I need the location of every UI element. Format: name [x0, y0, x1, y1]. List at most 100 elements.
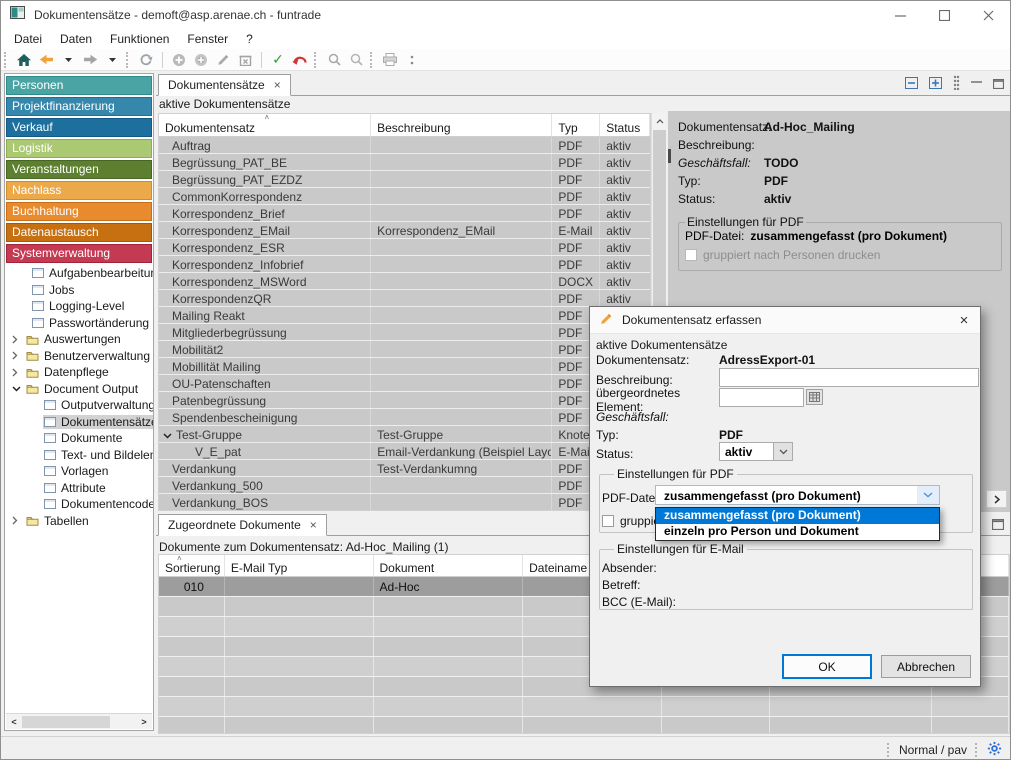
table-row[interactable]: PatenbegrüssungPDF [159, 392, 650, 409]
tree-item-dokumentens-tze[interactable]: Dokumentensätze [5, 414, 153, 431]
edit-icon[interactable] [212, 50, 234, 70]
table-row[interactable]: OU-PatenschaftenPDF [159, 375, 650, 392]
table-row-empty[interactable] [159, 697, 1009, 717]
sidebar-category-systemverwaltung[interactable]: Systemverwaltung [6, 244, 152, 263]
scroll-up-icon[interactable] [652, 113, 667, 129]
back-icon[interactable] [35, 50, 57, 70]
forward-icon[interactable] [79, 50, 101, 70]
back-menu-icon[interactable] [57, 50, 79, 70]
tree-item-dokumente[interactable]: Dokumente [5, 430, 153, 447]
column-header-e-mail-typ[interactable]: E-Mail Typ [225, 555, 374, 576]
tree-item-attribute[interactable]: Attribute [5, 480, 153, 497]
tab-close-icon[interactable]: × [274, 78, 281, 92]
table-row[interactable]: Korrespondenz_BriefPDFaktiv [159, 205, 650, 222]
panel-maximize-icon[interactable] [993, 76, 1004, 94]
overflow-icon[interactable] [401, 50, 423, 70]
table-row[interactable]: Begrüssung_PAT_EZDZPDFaktiv [159, 171, 650, 188]
chevron-right-icon[interactable] [12, 368, 25, 377]
refresh-icon[interactable] [135, 50, 157, 70]
tree-item-vorlagen[interactable]: Vorlagen [5, 463, 153, 480]
beschreibung-input[interactable] [719, 368, 979, 387]
tree-item-outputverwaltung[interactable]: Outputverwaltung [5, 397, 153, 414]
menu-item-funktionen[interactable]: Funktionen [101, 30, 178, 48]
table-row[interactable]: Begrüssung_PAT_BEPDFaktiv [159, 154, 650, 171]
minimize-button[interactable] [878, 1, 922, 29]
table-row[interactable]: Mobillität MailingPDF [159, 358, 650, 375]
table-row[interactable]: Korrespondenz_ESRPDFaktiv [159, 239, 650, 256]
menu-item-fenster[interactable]: Fenster [178, 30, 237, 48]
table-row[interactable]: MitgliederbegrüssungPDF [159, 324, 650, 341]
pdf-file-combobox[interactable]: zusammengefasst (pro Dokument) [655, 485, 940, 505]
tree-item-benutzerverwaltung[interactable]: Benutzerverwaltung [5, 348, 153, 365]
chevron-right-icon[interactable] [12, 351, 25, 360]
table-row[interactable]: Verdankung_BOSPDF [159, 494, 650, 511]
search-small-icon[interactable] [323, 50, 345, 70]
tree-item-jobs[interactable]: Jobs [5, 282, 153, 299]
dropdown-option-einzeln-pro-person-und-dokument[interactable]: einzeln pro Person und Dokument [656, 524, 939, 540]
ok-button[interactable]: OK [782, 654, 872, 679]
column-header-dokumentensatz[interactable]: ˄Dokumentensatz [159, 114, 371, 136]
sidebar-category-veranstaltungen[interactable]: Veranstaltungen [6, 160, 152, 179]
menu-item-[interactable]: ? [237, 30, 262, 48]
close-button[interactable] [966, 1, 1010, 29]
scroll-left-icon[interactable]: < [6, 714, 22, 729]
sidebar-category-projektfinanzierung[interactable]: Projektfinanzierung [6, 97, 152, 116]
chevron-right-icon[interactable] [12, 335, 25, 344]
table-row[interactable]: Mailing ReaktPDF [159, 307, 650, 324]
tree-item-document-output[interactable]: Document Output [5, 381, 153, 398]
uebergeordnetes-element-input[interactable] [719, 388, 804, 407]
table-row[interactable]: KorrespondenzQRPDFaktiv [159, 290, 650, 307]
group-print-checkbox[interactable] [685, 249, 697, 261]
tab-dokumentensaetze[interactable]: Dokumentensätze × [158, 74, 291, 96]
home-icon[interactable] [13, 50, 35, 70]
table-row[interactable]: SpendenbescheinigungPDF [159, 409, 650, 426]
table-row[interactable]: V_E_patEmail-Verdankung (Beispiel Layou.… [159, 443, 650, 460]
chevron-down-icon[interactable] [774, 442, 793, 461]
tree-item-tabellen[interactable]: Tabellen [5, 513, 153, 530]
tree-item-auswertungen[interactable]: Auswertungen [5, 331, 153, 348]
dialog-close-icon[interactable]: × [948, 312, 980, 329]
splitter-grip[interactable] [668, 149, 671, 163]
menu-item-daten[interactable]: Daten [51, 30, 101, 48]
chevron-right-icon[interactable] [12, 516, 25, 525]
tree-item-aufgabenbearbeitung[interactable]: Aufgabenbearbeitung [5, 265, 153, 282]
sidebar-category-personen[interactable]: Personen [6, 76, 152, 95]
delete-icon[interactable] [234, 50, 256, 70]
column-header-beschreibung[interactable]: Beschreibung [371, 114, 552, 136]
column-header-sortierung[interactable]: ˄Sortierung [159, 555, 225, 576]
chevron-down-icon[interactable] [917, 486, 939, 504]
table-row[interactable]: CommonKorrespondenzPDFaktiv [159, 188, 650, 205]
maximize-button[interactable] [922, 1, 966, 29]
table-row[interactable]: Mobilität2PDF [159, 341, 650, 358]
lookup-grid-icon[interactable] [806, 389, 823, 405]
panel-maximize-icon[interactable] [992, 517, 1004, 535]
scrollbar-thumb[interactable] [22, 716, 110, 728]
table-row[interactable]: Verdankung_500PDF [159, 477, 650, 494]
tree-item-passwort-nderung[interactable]: Passwortänderung [5, 315, 153, 332]
table-row[interactable]: Korrespondenz_EMailKorrespondenz_EMailE-… [159, 222, 650, 239]
table-row[interactable]: Korrespondenz_MSWordDOCXaktiv [159, 273, 650, 290]
undo-icon[interactable] [289, 50, 311, 70]
sidebar-category-buchhaltung[interactable]: Buchhaltung [6, 202, 152, 221]
table-row[interactable]: VerdankungTest-VerdankumngPDF [159, 460, 650, 477]
more-options-icon[interactable] [953, 75, 960, 95]
sidebar-category-logistik[interactable]: Logistik [6, 139, 152, 158]
tree-item-text-und-bildeleme[interactable]: Text- und Bildeleme [5, 447, 153, 464]
table-row-empty[interactable] [159, 717, 1009, 734]
column-header-dokument[interactable]: Dokument [374, 555, 524, 576]
column-header-status[interactable]: Status [600, 114, 650, 136]
sidebar-category-nachlass[interactable]: Nachlass [6, 181, 152, 200]
forward-menu-icon[interactable] [101, 50, 123, 70]
search-icon[interactable] [345, 50, 367, 70]
settings-gear-icon[interactable] [987, 741, 1002, 759]
tree-item-dokumentencodes[interactable]: Dokumentencodes [5, 496, 153, 513]
print-icon[interactable] [379, 50, 401, 70]
panel-minimize-icon[interactable] [971, 76, 982, 94]
add-icon[interactable] [168, 50, 190, 70]
tree-item-datenpflege[interactable]: Datenpflege [5, 364, 153, 381]
table-row[interactable]: AuftragPDFaktiv [159, 137, 650, 154]
sidebar-category-verkauf[interactable]: Verkauf [6, 118, 152, 137]
tab-zugeordnete-dokumente[interactable]: Zugeordnete Dokumente × [158, 514, 327, 536]
tab-close-icon[interactable]: × [310, 518, 317, 532]
menu-item-datei[interactable]: Datei [5, 30, 51, 48]
